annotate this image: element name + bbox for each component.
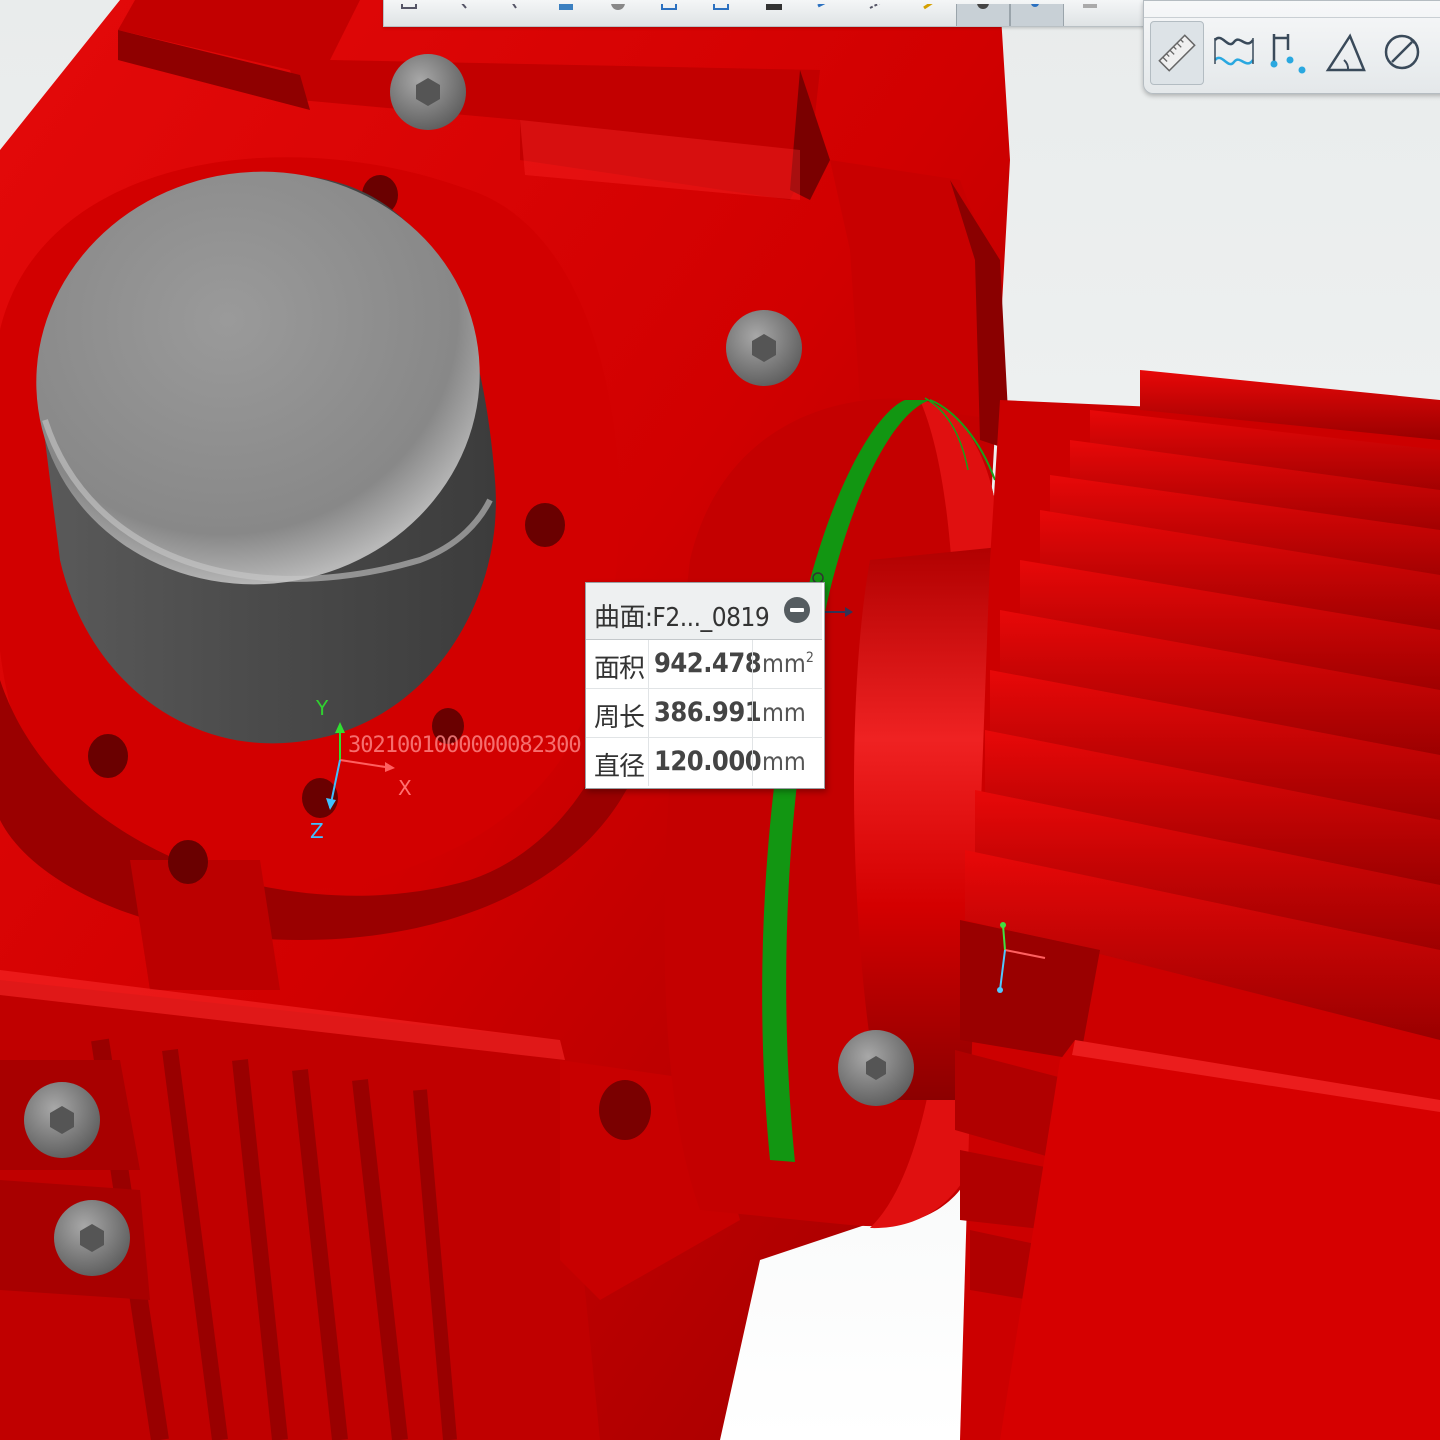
display-toggle-icon bbox=[977, 4, 989, 9]
area-unit: mm2 bbox=[762, 649, 814, 678]
view-toolbar bbox=[383, 0, 1145, 27]
pick-point-icon bbox=[461, 4, 467, 9]
light-icon bbox=[923, 4, 933, 10]
axis-z-label: Z bbox=[310, 819, 324, 843]
measure-tools-panel bbox=[1143, 0, 1440, 94]
bolt-mid bbox=[726, 310, 802, 386]
perimeter-row: 周长 386.991 mm bbox=[586, 689, 822, 738]
toolbar-button-rotate-view[interactable] bbox=[800, 4, 852, 26]
diameter-row: 直径 120.000 mm bbox=[586, 738, 822, 786]
toolbar-button-pick-point[interactable] bbox=[436, 4, 488, 26]
distance-measure-button[interactable] bbox=[1264, 21, 1316, 83]
diameter-measure-button[interactable] bbox=[1376, 21, 1428, 83]
axis-y-label: Y bbox=[315, 696, 329, 720]
select-filter-icon bbox=[401, 4, 417, 9]
curve-measure-icon bbox=[1214, 36, 1255, 66]
distance-measure-icon bbox=[1270, 34, 1306, 74]
more-icon bbox=[1083, 4, 1097, 8]
perimeter-value: 386.991 bbox=[654, 697, 762, 728]
toolbar-button-pick-edge[interactable] bbox=[488, 4, 540, 26]
toolbar-button-render-mode[interactable] bbox=[540, 4, 592, 26]
area-label: 面积 bbox=[594, 654, 645, 684]
ruler-measure-button[interactable] bbox=[1150, 21, 1204, 85]
panel-title-strip bbox=[1144, 1, 1440, 18]
perimeter-unit: mm bbox=[762, 698, 806, 727]
toolbar-button-light[interactable] bbox=[904, 4, 956, 26]
render-mode-icon bbox=[559, 4, 573, 10]
toolbar-button-select-filter[interactable] bbox=[384, 4, 436, 26]
perimeter-label: 周长 bbox=[594, 703, 645, 733]
rotate-view-icon bbox=[817, 4, 826, 8]
section-view-icon bbox=[869, 4, 881, 9]
area-value: 942.478 bbox=[654, 648, 762, 679]
area-row: 面积 942.478 mm2 bbox=[586, 640, 822, 689]
toolbar-button-display-toggle[interactable] bbox=[956, 4, 1010, 26]
bolt-lower-left-2 bbox=[54, 1200, 130, 1276]
area-unit-exponent: 2 bbox=[805, 650, 814, 666]
face-info-popup[interactable]: 曲面:F2..._0819 面积 942.478 mm2 周长 386.991 … bbox=[585, 582, 825, 789]
diameter-unit: mm bbox=[762, 747, 806, 776]
bolt-right bbox=[838, 1030, 914, 1106]
toolbar-button-shading[interactable] bbox=[592, 4, 644, 26]
shading-icon bbox=[611, 4, 625, 10]
point-display-icon bbox=[1031, 4, 1039, 7]
bolt-lower-left-1 bbox=[24, 1082, 100, 1158]
minus-icon bbox=[790, 608, 804, 612]
popup-title: 曲面:F2..._0819 bbox=[594, 603, 770, 633]
popup-title-bar[interactable]: 曲面:F2..._0819 bbox=[586, 583, 822, 640]
toolbar-button-view-fit[interactable] bbox=[696, 4, 748, 26]
toolbar-button-camera[interactable] bbox=[748, 4, 800, 26]
garbled-overlay-text: 3021001000000082300 bbox=[348, 733, 581, 758]
toolbar-button-point-display[interactable] bbox=[1010, 4, 1064, 26]
diameter-label: 直径 bbox=[594, 752, 645, 782]
view-box-icon bbox=[661, 4, 677, 10]
toolbar-button-section-view[interactable] bbox=[852, 4, 904, 26]
angle-measure-icon bbox=[1325, 33, 1366, 72]
curve-measure-button[interactable] bbox=[1208, 21, 1260, 83]
diameter-measure-icon bbox=[1384, 34, 1420, 70]
ruler-measure-icon bbox=[1158, 34, 1196, 72]
diameter-value: 120.000 bbox=[654, 746, 762, 777]
camera-icon bbox=[766, 4, 782, 10]
toolbar-button-view-box[interactable] bbox=[644, 4, 696, 26]
motor-body[interactable] bbox=[955, 370, 1440, 1440]
pick-edge-icon bbox=[512, 4, 517, 9]
toolbar-button-more[interactable] bbox=[1064, 4, 1116, 26]
3d-viewport[interactable]: Y X Z 3021001000000082300 曲面:F2..._0819 … bbox=[0, 0, 1440, 1440]
angle-measure-button[interactable] bbox=[1320, 21, 1372, 83]
view-fit-icon bbox=[713, 4, 729, 10]
axis-x-label: X bbox=[398, 776, 412, 800]
bolt-top bbox=[390, 54, 466, 130]
collapse-button[interactable] bbox=[784, 597, 810, 623]
